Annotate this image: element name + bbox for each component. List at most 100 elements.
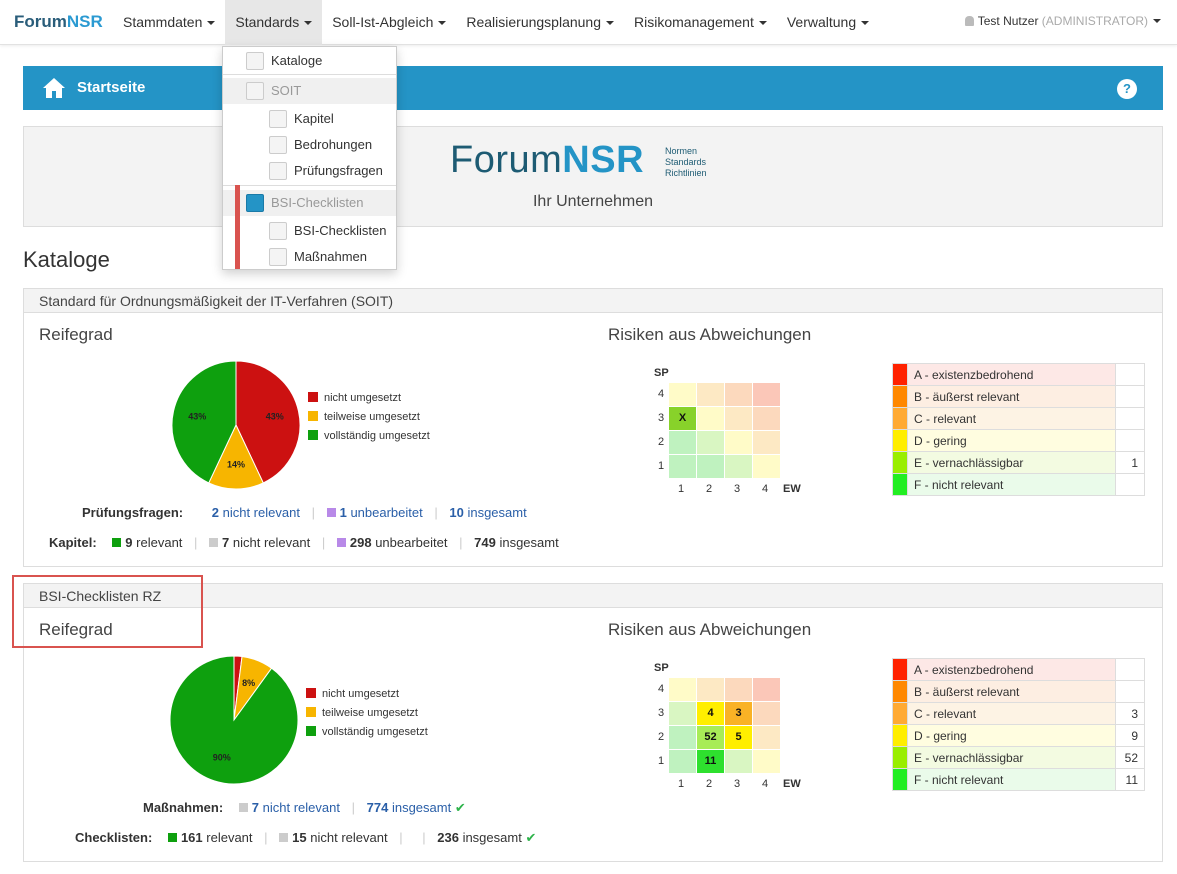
section-heading: Kataloge (23, 247, 110, 272)
divider: | (194, 535, 198, 550)
matrix-cell (669, 431, 696, 454)
home-icon[interactable] (42, 77, 66, 99)
matrix-cell (753, 726, 780, 749)
user-menu[interactable]: Test Nutzer (ADMINISTRATOR) (964, 14, 1161, 28)
help-icon[interactable]: ? (1117, 79, 1137, 99)
dd-pruefungsfragen[interactable]: Prüfungsfragen (223, 158, 396, 184)
risk-row: F - nicht relevant 11 (892, 768, 1145, 791)
highlight-box (12, 575, 203, 648)
menu-verwaltung[interactable]: Verwaltung (777, 0, 879, 45)
risk-count (1115, 473, 1145, 496)
legend-label: nicht umgesetzt (324, 392, 402, 404)
risk-name: D - gering (907, 429, 1116, 452)
stats-label: Checklisten: (75, 830, 153, 845)
matrix-cell[interactable]: 3 (725, 702, 752, 725)
link-nicht-relevant[interactable]: 2 nicht relevant (212, 505, 300, 520)
menu-verwaltung-label: Verwaltung (786, 14, 857, 30)
check-icon: ✔ (525, 830, 537, 845)
matrix-cell[interactable]: 5 (725, 726, 752, 749)
dd-bsi-checklisten[interactable]: BSI-Checklisten (223, 218, 396, 244)
legend-item: nicht umgesetzt (306, 685, 428, 704)
col-label: 4 (762, 483, 769, 495)
col-label: 3 (734, 778, 741, 790)
green-square-icon (112, 538, 122, 547)
risk-row: E - vernachlässigbar 1 (892, 451, 1145, 474)
col-label: 3 (734, 483, 741, 495)
risk-swatch (892, 385, 908, 408)
dd-header-soit: SOIT (223, 78, 396, 104)
menu-standards[interactable]: Standards (225, 0, 323, 45)
pie-legend: nicht umgesetzt teilweise umgesetzt voll… (306, 685, 428, 742)
stat-value: 749 (474, 535, 496, 550)
legend-label: nicht umgesetzt (322, 688, 400, 700)
dd-bedrohungen[interactable]: Bedrohungen (223, 132, 396, 158)
risk-class-table: A - existenzbedrohend B - äußerst relevan… (892, 363, 1145, 496)
legend-swatch (306, 707, 316, 717)
risk-count (1115, 363, 1145, 386)
link-nicht-relevant[interactable]: 7 nicht relevant (252, 800, 340, 815)
stat-value: 10 (449, 505, 464, 520)
purple-square-icon (326, 508, 336, 517)
risk-name: D - gering (907, 724, 1116, 747)
matrix-cell[interactable]: 52 (697, 726, 724, 749)
risk-swatch (892, 407, 908, 430)
stat-value: 7 (251, 800, 260, 815)
matrix-cell (725, 750, 752, 773)
stat-text: unbearbeitet (350, 505, 423, 520)
stat-text: insgesamt (391, 800, 452, 815)
matrix-cell (753, 750, 780, 773)
kapitel-stats: Kapitel: 9 relevant | 7 nicht relevant |… (49, 535, 559, 550)
catalog-icon (246, 82, 264, 100)
legend-label: vollständig umgesetzt (322, 726, 428, 738)
row-label: 3 (658, 412, 665, 424)
divider: | (264, 830, 268, 845)
divider: | (311, 505, 315, 520)
pie-data-label: 43% (266, 411, 284, 421)
risk-swatch (892, 746, 908, 769)
link-insgesamt[interactable]: 10 insgesamt (449, 505, 526, 520)
menu-risiko-label: Risikomanagement (634, 14, 754, 30)
menu-realisierungsplanung[interactable]: Realisierungsplanung (456, 0, 624, 45)
risk-name: A - existenzbedrohend (907, 658, 1116, 681)
dd-massnahmen[interactable]: Maßnahmen (223, 244, 396, 270)
stat-text: nicht relevant (262, 800, 340, 815)
pie-data-label: 43% (188, 411, 206, 421)
link-insgesamt[interactable]: 774 insgesamt (367, 800, 452, 815)
risk-count (1115, 429, 1145, 452)
matrix-cell[interactable]: 11 (697, 750, 724, 773)
menu-stammdaten[interactable]: Stammdaten (113, 0, 225, 45)
menu-stammdaten-label: Stammdaten (123, 14, 203, 30)
dd-header-bsi: BSI-Checklisten (223, 190, 396, 216)
brand-part2: NSR (66, 12, 103, 31)
matrix-cell[interactable]: 4 (697, 702, 724, 725)
risk-count: 9 (1115, 724, 1145, 747)
matrix-cell (753, 383, 780, 406)
legend-swatch (306, 688, 316, 698)
dd-kataloge[interactable]: Kataloge (223, 48, 396, 74)
stat-text: insgesamt (467, 505, 527, 520)
dd-kapitel[interactable]: Kapitel (223, 106, 396, 132)
risk-swatch (892, 473, 908, 496)
pie-slice (169, 655, 299, 785)
menu-risikomanagement[interactable]: Risikomanagement (624, 0, 777, 45)
matrix-cell (725, 383, 752, 406)
risk-swatch (892, 680, 908, 703)
matrix-cell[interactable]: X (669, 407, 696, 430)
risk-row: A - existenzbedrohend (892, 363, 1145, 386)
caret-down-icon (606, 21, 615, 25)
matrix-cell (669, 702, 696, 725)
menu-soll-ist-abgleich[interactable]: Soll-Ist-Abgleich (322, 0, 456, 45)
dd-soit-label: SOIT (271, 83, 302, 98)
risk-name: C - relevant (907, 702, 1116, 725)
divider: | (321, 535, 326, 550)
caret-down-icon (438, 21, 447, 25)
checklisten-stats: Checklisten: 161 relevant | 15 nicht rel… (75, 830, 536, 846)
gray-square-icon (199, 508, 208, 517)
purple-square-icon (336, 538, 346, 547)
banner-tagline: Normen Standards Richtlinien (665, 146, 707, 179)
matrix-cell (725, 431, 752, 454)
risk-count (1115, 385, 1145, 408)
brand-logo[interactable]: ForumNSR (14, 12, 103, 32)
link-unbearbeitet[interactable]: 1 unbearbeitet (340, 505, 423, 520)
axis-label-sp: SP (654, 367, 669, 379)
